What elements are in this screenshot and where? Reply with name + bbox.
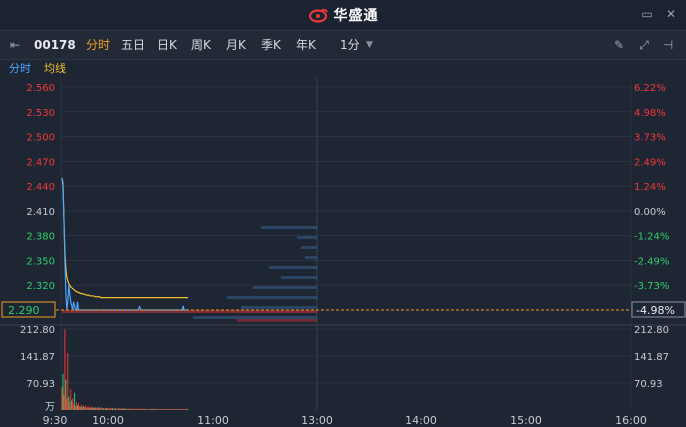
order-book-bars (62, 226, 317, 322)
chevron-down-icon[interactable]: ▼ (366, 31, 373, 59)
order-book-bar (261, 226, 317, 229)
price-line (61, 177, 188, 311)
order-book-bar (269, 266, 317, 269)
brand: 华盛通 (0, 0, 686, 30)
y-tick-label: 2.560 (26, 83, 55, 94)
order-book-bar (281, 276, 317, 279)
tab-weekly-k[interactable]: 周K (191, 31, 211, 59)
x-tick-label: 11:00 (197, 414, 229, 427)
y-tick-label: 2.440 (26, 182, 55, 193)
y-tick-label-pct: 1.24% (634, 182, 666, 193)
x-tick-label: 9:30 (43, 414, 68, 427)
order-book-bar (253, 286, 317, 289)
fullscreen-icon[interactable]: ⤢ (637, 38, 651, 52)
volume-tick-label: 70.93 (26, 379, 55, 390)
volume-tick-label-right: 212.80 (634, 325, 669, 336)
order-book-bar (241, 306, 317, 309)
average-price-line (61, 177, 188, 299)
pin-icon[interactable]: ⊣ (661, 38, 675, 52)
x-tick-label: 15:00 (510, 414, 542, 427)
order-book-bar (227, 296, 317, 299)
interval-select[interactable]: 1分 (340, 31, 360, 59)
order-book-bar (193, 316, 317, 319)
legend-time[interactable]: 分时 (9, 59, 31, 78)
y-tick-label-pct: -2.49% (634, 256, 669, 267)
y-tick-label-pct: -3.73% (634, 281, 669, 292)
pencil-icon[interactable]: ✎ (612, 38, 626, 52)
stock-code: 00178 (34, 38, 76, 52)
collapse-sidebar-icon[interactable]: ⇤ (8, 38, 22, 52)
volume-tick-label: 212.80 (20, 325, 55, 336)
close-icon[interactable]: ✕ (664, 7, 678, 21)
y-tick-label: 2.350 (26, 256, 55, 267)
current-pct-label: -4.98% (636, 304, 675, 317)
volume-bars (61, 329, 189, 410)
volume-unit-label: 万 (45, 402, 55, 413)
y-tick-label: 2.380 (26, 232, 55, 243)
order-book-bar (297, 236, 317, 239)
tab-monthly-k[interactable]: 月K (226, 31, 246, 59)
x-tick-label: 10:00 (92, 414, 124, 427)
volume-tick-label-right: 70.93 (634, 379, 663, 390)
minimize-icon[interactable]: ▭ (640, 7, 654, 21)
tab-quarterly-k[interactable]: 季K (261, 31, 281, 59)
tab-daily-k[interactable]: 日K (157, 31, 177, 59)
chart-grid (0, 78, 686, 410)
chart-toolbar: ⇤ 00178 分时 五日 日K 周K 月K 季K 年K 1分 ▼ ✎ ⤢ ⊣ (0, 30, 686, 60)
axis-labels: 2.560 6.22% 2.530 4.98% 2.500 3.73% 2.470 2.49%… (1, 83, 686, 427)
chart-subtabs: 分时 均线 (0, 59, 686, 78)
volume-tick-label: 141.87 (20, 352, 55, 363)
y-tick-label: 2.470 (26, 157, 55, 168)
y-tick-label-pct: 3.73% (634, 133, 666, 144)
y-tick-label: 2.500 (26, 133, 55, 144)
y-tick-label-pct: 2.49% (634, 157, 666, 168)
y-tick-label-pct: -1.24% (634, 232, 669, 243)
y-tick-label-pct: 4.98% (634, 108, 666, 119)
order-book-bar (305, 256, 317, 259)
brand-name: 华盛通 (333, 8, 379, 24)
tab-five-day[interactable]: 五日 (121, 31, 145, 59)
x-tick-label: 13:00 (301, 414, 333, 427)
order-book-bar (301, 246, 317, 249)
order-book-bar (237, 319, 317, 322)
y-tick-label: 2.320 (26, 281, 55, 292)
title-bar: 华盛通 ▭ ✕ (0, 0, 686, 30)
x-tick-label: 16:00 (615, 414, 647, 427)
y-tick-label-pct: 0.00% (634, 207, 666, 218)
volume-tick-label-right: 141.87 (634, 352, 669, 363)
y-tick-label: 2.530 (26, 108, 55, 119)
y-tick-label: 2.410 (26, 207, 55, 218)
brand-logo-icon (308, 8, 328, 23)
current-price-label: 2.290 (8, 304, 40, 317)
intraday-chart[interactable]: 2.560 6.22% 2.530 4.98% 2.500 3.73% 2.470 2.49%… (0, 78, 686, 427)
tab-yearly-k[interactable]: 年K (296, 31, 316, 59)
x-tick-label: 14:00 (405, 414, 437, 427)
price-lines (56, 177, 631, 311)
y-tick-label-pct: 6.22% (634, 83, 666, 94)
tab-intraday[interactable]: 分时 (86, 31, 110, 59)
legend-average[interactable]: 均线 (44, 59, 66, 78)
